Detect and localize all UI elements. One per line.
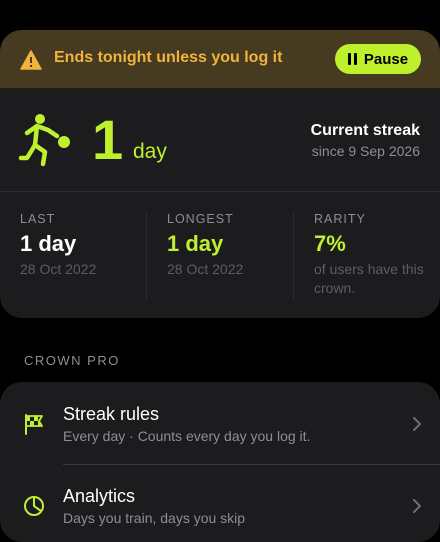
pause-button[interactable]: Pause <box>335 44 421 74</box>
item-subtitle: Days you train, days you skip <box>63 510 246 526</box>
warning-banner: Ends tonight unless you log it Pause <box>0 30 440 88</box>
chevron-right-icon <box>413 417 421 431</box>
current-streak-since: since 9 Sep 2026 <box>311 143 420 159</box>
pause-label: Pause <box>363 50 409 68</box>
stat-description: of users have this crown. <box>314 261 424 296</box>
section-title: CROWN PRO <box>24 353 120 368</box>
stat-value: 1 day <box>167 231 224 256</box>
runner-icon <box>18 114 70 167</box>
analytics-item[interactable]: Analytics Days you train, days you skip <box>0 466 440 542</box>
pause-icon <box>347 53 357 65</box>
streak-count: 1 <box>92 108 124 171</box>
crown-pro-list: Streak rules Every day · Counts every da… <box>0 382 440 542</box>
stat-date: 28 Oct 2022 <box>20 261 97 277</box>
item-subtitle: Every day · Counts every day you log it. <box>63 428 311 444</box>
item-title: Analytics <box>63 486 136 506</box>
divider <box>63 464 440 465</box>
streak-card: Ends tonight unless you log it Pause 1 d… <box>0 30 440 318</box>
stat-date: 28 Oct 2022 <box>167 261 244 277</box>
divider <box>293 212 294 300</box>
chevron-right-icon <box>413 499 421 513</box>
streak-rules-item[interactable]: Streak rules Every day · Counts every da… <box>0 382 440 464</box>
warning-icon <box>20 50 42 70</box>
warning-message: Ends tonight unless you log it <box>54 49 283 66</box>
stat-label: LONGEST <box>167 212 234 226</box>
stat-rarity: RARITY 7% of users have this crown. <box>314 212 424 298</box>
divider <box>146 212 147 300</box>
stat-value: 7% <box>314 231 346 256</box>
item-title: Streak rules <box>63 404 160 424</box>
pie-chart-icon <box>24 496 44 516</box>
stat-label: LAST <box>20 212 56 226</box>
stat-label: RARITY <box>314 212 366 226</box>
stat-value: 1 day <box>20 231 77 256</box>
stat-last: LAST 1 day 28 Oct 2022 <box>20 212 96 279</box>
current-streak: 1 day Current streak since 9 Sep 2026 <box>0 88 440 192</box>
current-streak-title: Current streak <box>310 122 420 139</box>
checkered-flag-icon <box>25 414 43 435</box>
stat-longest: LONGEST 1 day 28 Oct 2022 <box>167 212 243 279</box>
streak-stats: LAST 1 day 28 Oct 2022 LONGEST 1 day 28 … <box>0 192 440 318</box>
streak-unit: day <box>133 140 167 163</box>
